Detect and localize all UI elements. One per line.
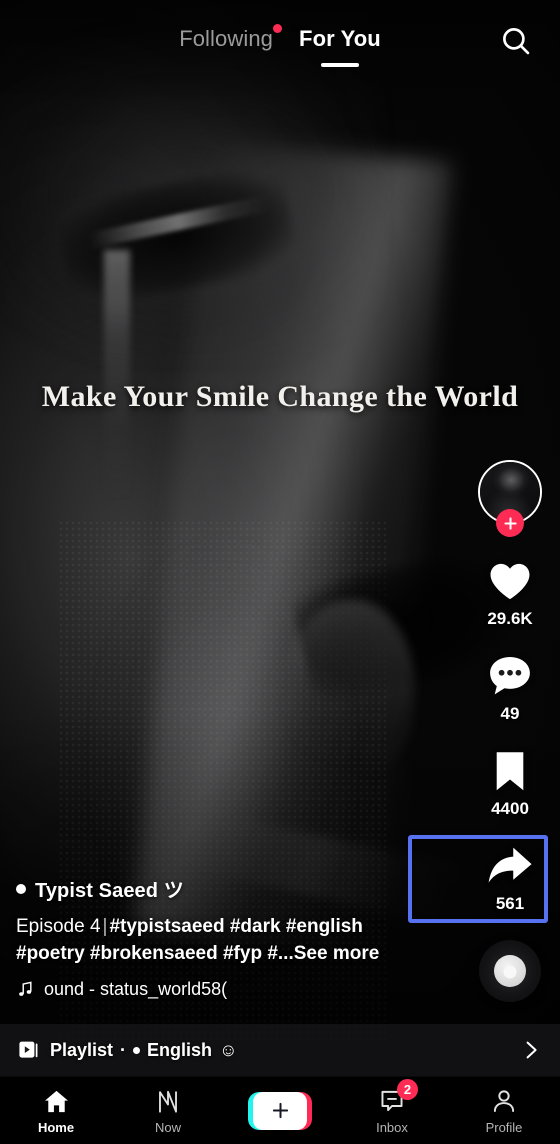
playlist-separator: · (120, 1039, 127, 1060)
active-tab-underline (320, 63, 359, 67)
music-disc-icon (494, 955, 526, 987)
nav-item-now[interactable]: Now (112, 1077, 224, 1144)
nav-label-now: Now (154, 1120, 181, 1135)
caption-prefix: Episode 4 (16, 916, 101, 938)
create-button[interactable] (248, 1091, 312, 1130)
playlist-chevron-button[interactable] (520, 1039, 542, 1061)
profile-icon (491, 1086, 517, 1116)
comment-count: 49 (500, 704, 520, 723)
following-notification-dot (273, 24, 283, 33)
playlist-bullet-dot (133, 1046, 141, 1054)
share-count: 561 (495, 894, 525, 913)
follow-button[interactable] (496, 509, 524, 537)
inbox-badge: 2 (397, 1079, 418, 1100)
playlist-icon (18, 1039, 40, 1061)
sound-name: ound - status_world58( (44, 979, 228, 999)
home-icon (43, 1086, 70, 1116)
tiktok-feed-screen: Following For You Make Your Smile Change… (0, 0, 560, 1144)
playlist-emoji: ☺ (219, 1039, 238, 1060)
search-icon (503, 28, 530, 55)
bookmark-count: 4400 (491, 799, 529, 818)
video-caption[interactable]: Episode 4 | #typistsaeed #dark #english #p… (16, 914, 426, 968)
like-button[interactable]: 29.6K (487, 556, 533, 629)
bottom-navigation-bar: Home Now 2 Inbox Profile (0, 1076, 560, 1144)
music-disc-button[interactable] (479, 940, 541, 1002)
heart-icon (487, 556, 533, 606)
inbox-icon: 2 (379, 1079, 418, 1116)
playlist-text: Playlist · English ☺ (50, 1040, 237, 1061)
author-username[interactable]: Typist Saeed ツ (16, 874, 426, 903)
video-overlay-title: Make Your Smile Change the World (41, 380, 519, 413)
chevron-right-icon (526, 1041, 537, 1059)
video-info-block: Typist Saeed ツ Episode 4 | #typistsaeed #d… (16, 874, 426, 1000)
nav-item-create[interactable] (224, 1077, 336, 1144)
bookmark-icon (491, 746, 529, 796)
create-white-layer (253, 1091, 307, 1130)
author-avatar-button[interactable] (478, 460, 542, 537)
plus-icon (503, 516, 517, 530)
nav-item-home[interactable]: Home (0, 1077, 112, 1144)
action-rail: 29.6K 49 4400 561 (408, 460, 549, 1002)
bookmark-button[interactable]: 4400 (491, 746, 529, 819)
like-count: 29.6K (487, 609, 533, 628)
tab-for-you-label: For You (299, 26, 381, 51)
now-icon (155, 1086, 181, 1116)
share-icon (486, 841, 534, 891)
nav-label-profile: Profile (485, 1120, 523, 1135)
nav-label-inbox: Inbox (376, 1120, 408, 1135)
author-username-label: Typist Saeed ツ (35, 880, 184, 903)
nav-item-profile[interactable]: Profile (448, 1077, 560, 1144)
playlist-label: Playlist (50, 1039, 114, 1060)
live-status-dot (16, 883, 26, 894)
tab-following-label: Following (179, 26, 274, 51)
playlist-name: English (147, 1039, 213, 1060)
create-plus-icon (272, 1102, 288, 1119)
top-tab-bar: Following For You (0, 0, 560, 80)
playlist-bar[interactable]: Playlist · English ☺ (0, 1024, 560, 1076)
search-button[interactable] (494, 19, 538, 63)
tab-following[interactable]: Following (179, 24, 283, 54)
nav-label-home: Home (37, 1120, 75, 1135)
sound-row[interactable]: ound - status_world58( (16, 979, 426, 1000)
music-note-icon (19, 981, 32, 996)
nav-item-inbox[interactable]: 2 Inbox (336, 1077, 448, 1144)
share-button[interactable]: 561 (486, 841, 534, 914)
see-more-button[interactable]: See more (294, 943, 380, 964)
comment-icon (487, 651, 533, 701)
comment-button[interactable]: 49 (487, 651, 533, 724)
tab-for-you[interactable]: For You (299, 26, 381, 67)
